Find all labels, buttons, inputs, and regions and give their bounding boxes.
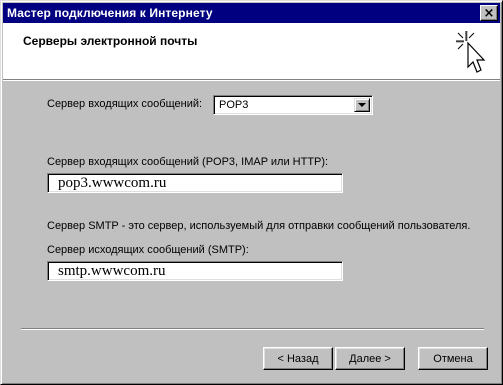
page-title: Серверы электронной почты [23,34,198,48]
chevron-down-icon[interactable] [354,98,370,112]
outgoing-server-value: smtp.wwwcom.ru [58,263,166,279]
incoming-server-input[interactable]: pop3.wwwcom.ru [47,173,343,193]
smtp-description: Сервер SMTP - это сервер, используемый д… [47,220,471,232]
window-title: Мастер подключения к Интернету [7,6,213,20]
incoming-type-label: Сервер входящих сообщений: [47,98,203,110]
incoming-server-value: pop3.wwwcom.ru [58,175,167,191]
wizard-sparkle-cursor-icon [456,31,486,73]
outgoing-server-label: Сервер исходящих сообщений (SMTP): [47,244,249,256]
button-separator [21,328,484,330]
wizard-window: Мастер подключения к Интернету × Серверы… [0,0,503,385]
title-bar[interactable]: Мастер подключения к Интернету × [3,3,500,23]
outgoing-server-input[interactable]: smtp.wwwcom.ru [47,261,343,281]
back-button[interactable]: < Назад [263,347,333,370]
wizard-header: Серверы электронной почты [3,23,500,81]
incoming-server-label: Сервер входящих сообщений (POP3, IMAP ил… [47,156,329,168]
next-button[interactable]: Далее > [335,347,405,370]
incoming-type-select[interactable]: POP3 [213,95,373,115]
close-button[interactable]: × [480,5,498,21]
cancel-button[interactable]: Отмена [418,347,488,370]
incoming-type-value: POP3 [219,99,249,111]
